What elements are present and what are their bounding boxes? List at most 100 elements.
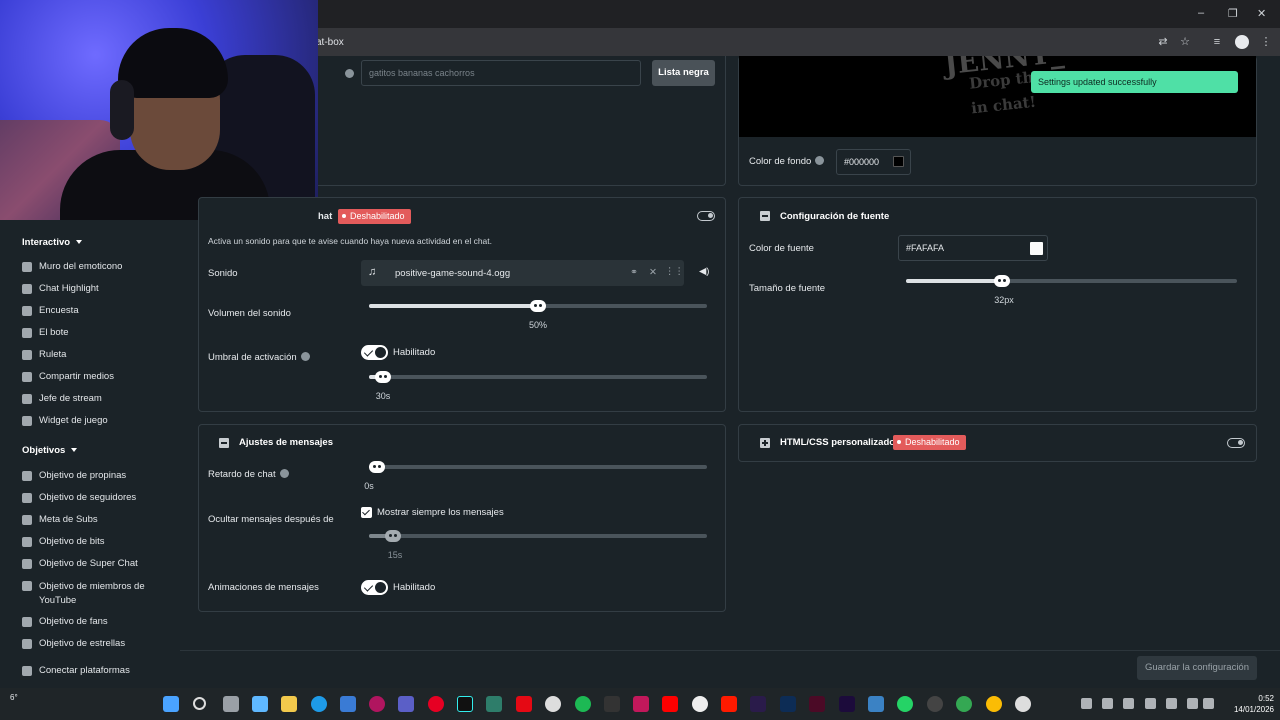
sidebar-item-youtube-members-goal[interactable]: Objetivo de miembros de YouTube bbox=[22, 580, 172, 608]
slider-thumb[interactable] bbox=[369, 461, 385, 473]
search-icon[interactable] bbox=[193, 697, 206, 710]
premiere-icon[interactable] bbox=[839, 696, 855, 712]
teams-icon[interactable] bbox=[398, 696, 414, 712]
settings-icon[interactable] bbox=[1015, 696, 1031, 712]
threshold-toggle[interactable] bbox=[361, 345, 388, 360]
app-icon[interactable] bbox=[604, 696, 620, 712]
info-icon[interactable] bbox=[345, 69, 354, 78]
photoshop-icon[interactable] bbox=[780, 696, 796, 712]
app-icon[interactable] bbox=[369, 696, 385, 712]
sidebar-item-bits-goal[interactable]: Objetivo de bits bbox=[22, 536, 172, 547]
instagram-icon[interactable] bbox=[633, 696, 649, 712]
sidebar-item-pot[interactable]: El bote bbox=[22, 327, 172, 338]
sidebar-item-poll[interactable]: Encuesta bbox=[22, 305, 172, 316]
slider-thumb[interactable] bbox=[374, 371, 391, 383]
spotify-icon[interactable] bbox=[575, 696, 591, 712]
collapse-icon[interactable] bbox=[760, 211, 770, 221]
slider-thumb[interactable] bbox=[530, 300, 546, 312]
profile-avatar[interactable] bbox=[1235, 35, 1249, 49]
sidebar-item-connect-platforms[interactable]: Conectar plataformas bbox=[22, 665, 172, 676]
whatsapp-icon[interactable] bbox=[897, 696, 913, 712]
sidebar-item-followers-goal[interactable]: Objetivo de seguidores bbox=[22, 492, 172, 503]
tray-chevron-icon[interactable] bbox=[1081, 698, 1092, 709]
bookmark-star-icon[interactable]: ☆ bbox=[1178, 35, 1192, 49]
sidebar-item-superchat-goal[interactable]: Objetivo de Super Chat bbox=[22, 558, 172, 569]
custom-html-toggle[interactable] bbox=[1227, 438, 1245, 448]
task-view-icon[interactable] bbox=[223, 696, 239, 712]
indesign-icon[interactable] bbox=[809, 696, 825, 712]
tiktok-icon[interactable] bbox=[457, 696, 473, 712]
sidebar-item-tips-goal[interactable]: Objetivo de propinas bbox=[22, 470, 172, 481]
bg-color-swatch[interactable] bbox=[893, 156, 904, 167]
sidebar-group-interactivo[interactable]: Interactivo bbox=[22, 237, 83, 248]
edge-icon[interactable] bbox=[311, 696, 327, 712]
chrome-icon[interactable] bbox=[956, 696, 972, 712]
blacklist-input[interactable]: gatitos bananas cachorros bbox=[361, 60, 641, 86]
slider-thumb[interactable] bbox=[384, 530, 401, 542]
sidebar-item-subs-goal[interactable]: Meta de Subs bbox=[22, 514, 172, 525]
taskbar-clock[interactable]: 0:52 14/01/2026 bbox=[1222, 693, 1274, 715]
font-size-slider[interactable] bbox=[906, 275, 1237, 287]
volume-slider[interactable] bbox=[369, 300, 707, 312]
font-color-input[interactable]: #FAFAFA bbox=[898, 235, 1048, 261]
obs-icon[interactable] bbox=[927, 696, 943, 712]
menu-kebab-icon[interactable]: ⋮ bbox=[1259, 35, 1273, 49]
monitor-icon[interactable] bbox=[1187, 698, 1198, 709]
app-icon[interactable] bbox=[486, 696, 502, 712]
sidebar-item-emote-wall[interactable]: Muro del emoticono bbox=[22, 261, 172, 272]
sidebar-item-chat-highlight[interactable]: Chat Highlight bbox=[22, 283, 172, 294]
font-color-swatch[interactable] bbox=[1030, 242, 1043, 255]
clear-icon[interactable]: ✕ bbox=[649, 267, 657, 278]
close-button[interactable]: ✕ bbox=[1257, 7, 1266, 20]
sidebar-item-media-share[interactable]: Compartir medios bbox=[22, 371, 172, 382]
threshold-slider[interactable] bbox=[369, 371, 707, 383]
weather-widget[interactable]: 6° bbox=[10, 693, 18, 702]
media-control-icon[interactable]: ≡ bbox=[1210, 35, 1224, 49]
cloud-icon[interactable] bbox=[1123, 698, 1134, 709]
info-icon[interactable] bbox=[279, 469, 289, 478]
mic-icon[interactable] bbox=[1145, 698, 1156, 709]
minimize-button[interactable]: – bbox=[1198, 7, 1204, 19]
sidebar-item-fans-goal[interactable]: Objetivo de fans bbox=[22, 616, 172, 627]
slider-thumb[interactable] bbox=[993, 275, 1010, 287]
sidebar-item-stream-boss[interactable]: Jefe de stream bbox=[22, 393, 172, 404]
collapse-icon[interactable] bbox=[219, 438, 229, 448]
pinterest-icon[interactable] bbox=[428, 696, 444, 712]
sidebar-item-stars-goal[interactable]: Objetivo de estrellas bbox=[22, 638, 172, 649]
volume-icon[interactable] bbox=[1203, 698, 1214, 709]
after-effects-icon[interactable] bbox=[750, 696, 766, 712]
sound-enable-toggle[interactable] bbox=[697, 211, 715, 221]
youtube-icon[interactable] bbox=[662, 696, 678, 712]
speaker-icon[interactable]: ◀) bbox=[699, 266, 709, 277]
network-icon[interactable] bbox=[1166, 698, 1177, 709]
maximize-button[interactable]: ❐ bbox=[1228, 7, 1238, 20]
url-text[interactable]: at-box bbox=[316, 37, 344, 48]
threshold-value: 30s bbox=[375, 391, 391, 401]
netflix-icon[interactable] bbox=[516, 696, 532, 712]
store-icon[interactable] bbox=[340, 696, 356, 712]
sync-icon[interactable] bbox=[1102, 698, 1113, 709]
expand-icon[interactable] bbox=[760, 438, 770, 448]
start-icon[interactable] bbox=[163, 696, 179, 712]
sidebar-group-objetivos[interactable]: Objetivos bbox=[22, 445, 78, 456]
sidebar-item-game-widget[interactable]: Widget de juego bbox=[22, 415, 172, 426]
grid-icon[interactable]: ⋮⋮ bbox=[665, 266, 684, 277]
save-settings-button[interactable]: Guardar la configuración bbox=[1137, 656, 1257, 680]
chat-delay-slider[interactable] bbox=[369, 461, 707, 473]
chatgpt-icon[interactable] bbox=[545, 696, 561, 712]
illustrator-icon[interactable] bbox=[721, 696, 737, 712]
translate-icon[interactable]: ⇄ bbox=[1156, 35, 1170, 49]
blacklist-button[interactable]: Lista negra bbox=[652, 60, 715, 86]
sidebar-item-wheel[interactable]: Ruleta bbox=[22, 349, 172, 360]
hide-messages-slider[interactable] bbox=[369, 530, 707, 542]
app-icon[interactable] bbox=[868, 696, 884, 712]
always-show-checkbox[interactable] bbox=[361, 507, 372, 518]
link-icon[interactable]: ⚭ bbox=[630, 267, 638, 278]
app-icon[interactable] bbox=[692, 696, 708, 712]
chrome-icon[interactable] bbox=[986, 696, 1002, 712]
info-icon[interactable] bbox=[815, 156, 825, 165]
animations-toggle[interactable] bbox=[361, 580, 388, 595]
copilot-icon[interactable] bbox=[252, 696, 268, 712]
info-icon[interactable] bbox=[300, 352, 310, 361]
file-explorer-icon[interactable] bbox=[281, 696, 297, 712]
